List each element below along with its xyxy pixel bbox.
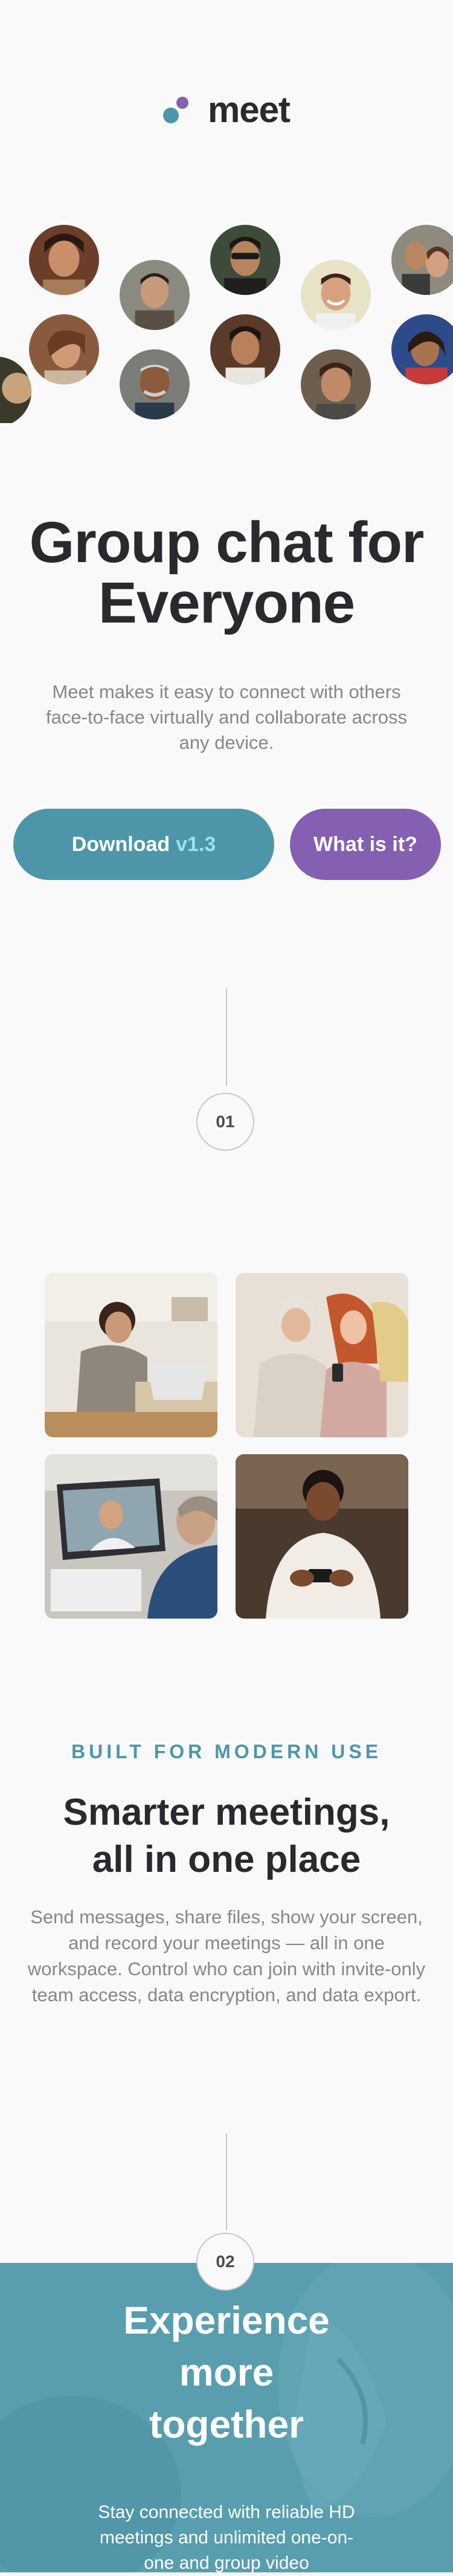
avatar — [210, 314, 280, 384]
what-is-it-label: What is it? — [313, 832, 417, 856]
avatar — [391, 314, 453, 384]
cta-title: Experience more together — [0, 2294, 453, 2450]
avatar — [29, 225, 99, 295]
section-title-line-2: all in one place — [92, 1839, 361, 1880]
section-description: Send messages, share files, show your sc… — [27, 1906, 426, 2005]
avatar — [0, 357, 31, 423]
section-title: Smarter meetings, all in one place — [0, 1789, 453, 1883]
download-version: v1.3 — [176, 832, 216, 856]
divider-line — [226, 2134, 227, 2230]
hero-title: Group chat for Everyone — [0, 513, 453, 633]
download-label: Download — [71, 832, 170, 856]
download-button[interactable]: Download v1.3 — [13, 809, 274, 880]
photo-video-call — [45, 1454, 217, 1619]
avatar — [120, 349, 190, 419]
photo-man-phone — [236, 1454, 408, 1619]
avatar — [301, 260, 371, 330]
step-number-02: 02 — [196, 2233, 254, 2291]
divider-line — [226, 989, 227, 1086]
photo-family-phone — [236, 1273, 408, 1437]
brand-logo[interactable]: meet — [0, 92, 453, 128]
avatar — [120, 260, 190, 330]
photo-woman-laptop — [45, 1273, 217, 1437]
step-number-01: 01 — [196, 1093, 254, 1151]
avatar — [29, 314, 99, 384]
avatar — [391, 225, 453, 295]
section-kicker: BUILT FOR MODERN USE — [71, 1741, 382, 1762]
cta-title-line-2: more — [179, 2351, 274, 2394]
avatar-collage — [0, 218, 453, 423]
what-is-it-button[interactable]: What is it? — [290, 809, 441, 880]
cta-title-line-1: Experience — [123, 2299, 330, 2342]
cta-description: Stay connected with reliable HD meetings… — [98, 2502, 355, 2573]
section-title-line-1: Smarter meetings, — [63, 1791, 390, 1833]
brand-name: meet — [207, 89, 291, 130]
landing-page: meet Group chat for Everyone Meet makes … — [0, 0, 453, 2573]
logo-dots-icon — [162, 92, 199, 128]
hero-description: Meet makes it easy to connect with other… — [46, 681, 407, 753]
hero-title-line-1: Group chat for — [29, 510, 425, 575]
avatar — [210, 225, 280, 295]
avatar — [301, 349, 371, 419]
hero-title-line-2: Everyone — [98, 571, 355, 635]
cta-title-line-3: together — [149, 2403, 304, 2446]
